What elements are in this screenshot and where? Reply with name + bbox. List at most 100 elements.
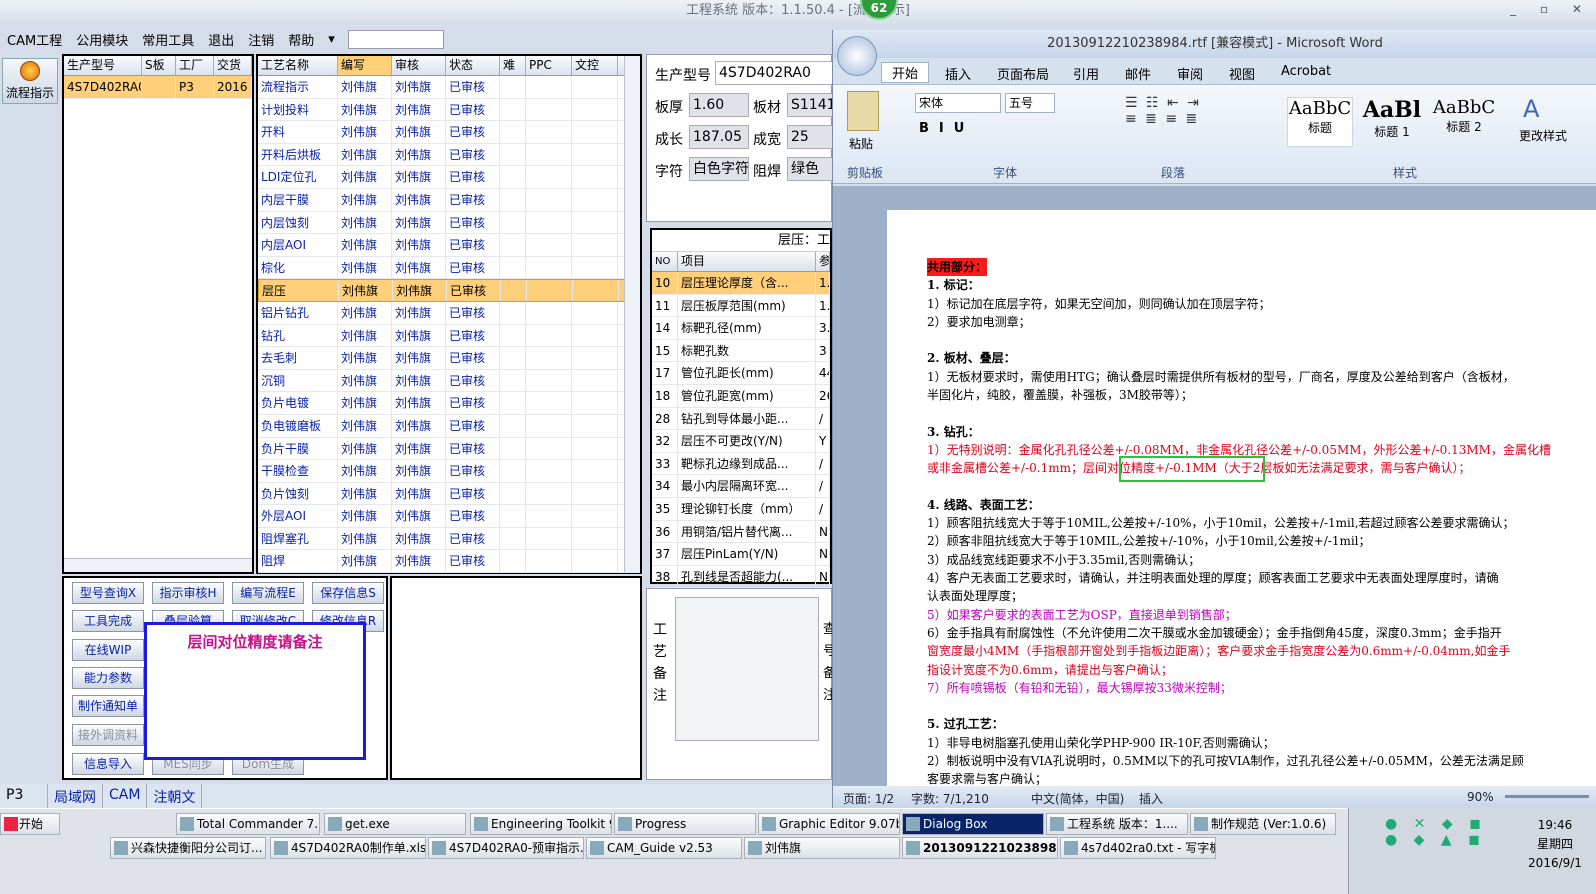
- zoom-slider[interactable]: [1505, 795, 1589, 798]
- col-factory[interactable]: 工厂: [176, 56, 214, 75]
- task-item[interactable]: 工程系统 版本：1....: [1046, 813, 1188, 835]
- window-controls[interactable]: _ ▫ ✕: [1510, 2, 1592, 16]
- table-row[interactable]: 计划投料 刘伟旗 刘伟旗 已审核: [258, 98, 640, 122]
- tab-acrobat[interactable]: Acrobat: [1281, 64, 1331, 79]
- table-row[interactable]: 38 孔到线是否超能力(... N: [652, 565, 830, 589]
- tab-home[interactable]: 开始: [881, 62, 930, 83]
- table-row[interactable]: 沉铜 刘伟旗 刘伟旗 已审核: [258, 369, 640, 393]
- table-row[interactable]: 负片电镀 刘伟旗 刘伟旗 已审核: [258, 392, 640, 415]
- menu-tools[interactable]: 常用工具: [142, 30, 194, 49]
- table-row[interactable]: 4S7D402RA0 P3 2016: [64, 76, 252, 99]
- clock[interactable]: 19:46 星期四 2016/9/1: [1525, 816, 1585, 873]
- paragraph-buttons[interactable]: ☰ ☷ ⇤ ⇥ ≡ ≣ ≡ ≣: [1125, 95, 1265, 155]
- tab-view[interactable]: 视图: [1229, 64, 1255, 83]
- table-row[interactable]: 流程指示 刘伟旗 刘伟旗 已审核: [258, 76, 640, 99]
- model-query-button[interactable]: 型号查询X: [72, 582, 144, 604]
- chevron-down-icon[interactable]: ▾: [328, 32, 335, 47]
- tab-layout[interactable]: 页面布局: [997, 64, 1049, 83]
- table-row[interactable]: 内层蚀刻 刘伟旗 刘伟旗 已审核: [258, 211, 640, 235]
- menu-common[interactable]: 公用模块: [76, 30, 128, 49]
- task-item[interactable]: get.exe: [324, 813, 466, 835]
- col-s[interactable]: S板: [142, 56, 176, 75]
- table-row[interactable]: 11 层压板厚范围(mm) 1.: [652, 294, 830, 318]
- table-row[interactable]: 37 层压PinLam(Y/N) N: [652, 543, 830, 566]
- style-heading1[interactable]: AaBl 标题 1: [1357, 97, 1427, 147]
- tab-review[interactable]: 审阅: [1177, 64, 1203, 83]
- table-row[interactable]: 负片蚀刻 刘伟旗 刘伟旗 已审核: [258, 482, 640, 506]
- task-item[interactable]: Total Commander 7.0 ...: [176, 813, 320, 835]
- task-item[interactable]: 20130912210238984....: [902, 837, 1058, 859]
- table-row[interactable]: 干膜检查 刘伟旗 刘伟旗 已审核: [258, 460, 640, 483]
- menu-cam[interactable]: CAM工程: [7, 30, 62, 49]
- tab-mailings[interactable]: 邮件: [1125, 64, 1151, 83]
- online-wip-button[interactable]: 在线WIP: [72, 639, 144, 661]
- thick-field[interactable]: 1.60: [689, 93, 749, 117]
- wid-field[interactable]: 25: [787, 125, 833, 149]
- mat-field[interactable]: S1141: [787, 93, 833, 117]
- mask-field[interactable]: 绿色: [787, 157, 833, 181]
- table-row[interactable]: 负电镀磨板 刘伟旗 刘伟旗 已审核: [258, 414, 640, 438]
- notice-button[interactable]: 制作通知单: [72, 695, 144, 717]
- font-name-field[interactable]: 宋体: [915, 93, 1001, 113]
- col-item[interactable]: 项目: [678, 252, 816, 271]
- tray-icons[interactable]: ● ✕ ◆ ◼ ● ◆ ▲ ◼: [1385, 816, 1505, 876]
- word-count[interactable]: 字数: 7/1,210: [911, 790, 989, 807]
- table-row[interactable]: 10 层压理论厚度（含... 1.: [652, 272, 830, 295]
- table-row[interactable]: 33 靶标孔边缘到成品... /: [652, 452, 830, 476]
- table-row[interactable]: 阻焊 刘伟旗 刘伟旗 已审核: [258, 550, 640, 574]
- table-row[interactable]: 层压 刘伟旗 刘伟旗 已审核: [258, 279, 640, 302]
- review-button[interactable]: 指示审核H: [152, 582, 224, 604]
- task-item[interactable]: Engineering Toolkit 9....: [470, 813, 612, 835]
- table-row[interactable]: 34 最小内层隔离环宽... /: [652, 475, 830, 498]
- task-item-active[interactable]: Dialog Box: [902, 813, 1044, 835]
- col-no[interactable]: NO: [652, 252, 678, 271]
- zoom-level[interactable]: 90%: [1467, 790, 1494, 804]
- font-size-field[interactable]: 五号: [1005, 93, 1055, 113]
- language-status[interactable]: 中文(简体，中国): [1031, 790, 1124, 807]
- task-item[interactable]: 4S7D402RA0-预审指示....: [428, 837, 584, 859]
- task-item[interactable]: CAM_Guide v2.53: [586, 837, 742, 859]
- format-buttons[interactable]: BIU: [919, 121, 974, 136]
- col-difficulty[interactable]: 难: [500, 56, 526, 75]
- table-row[interactable]: 32 层压不可更改(Y/N) Y: [652, 430, 830, 453]
- col-prod[interactable]: 生产型号: [64, 56, 142, 75]
- start-button[interactable]: 开始: [0, 813, 60, 835]
- insert-mode[interactable]: 插入: [1139, 790, 1163, 807]
- table-row[interactable]: 36 用铜箔/铝片替代离... N: [652, 520, 830, 544]
- table-row[interactable]: 阻焊塞孔 刘伟旗 刘伟旗 已审核: [258, 527, 640, 551]
- remark-textarea[interactable]: [675, 597, 819, 741]
- import-info-button[interactable]: 信息导入: [72, 753, 144, 775]
- col-doc[interactable]: 文控: [572, 56, 618, 75]
- char-field[interactable]: 白色字符: [689, 157, 749, 181]
- table-row[interactable]: 14 标靶孔径(mm) 3.: [652, 317, 830, 340]
- horizontal-scrollbar[interactable]: [64, 558, 252, 572]
- table-row[interactable]: 内层干膜 刘伟旗 刘伟旗 已审核: [258, 188, 640, 212]
- tool-done-button[interactable]: 工具完成: [72, 610, 144, 632]
- save-info-button[interactable]: 保存信息S: [312, 582, 384, 604]
- task-item[interactable]: 制作规范 (Ver:1.0.6): [1190, 813, 1336, 835]
- table-row[interactable]: 去毛刺 刘伟旗 刘伟旗 已审核: [258, 347, 640, 370]
- table-row[interactable]: 18管位孔距宽(mm)26: [652, 384, 830, 408]
- factory-selector[interactable]: P3: [0, 784, 48, 808]
- col-ppc[interactable]: PPC: [526, 56, 572, 75]
- table-row[interactable]: 外层AOI 刘伟旗 刘伟旗 已审核: [258, 505, 640, 528]
- page-count[interactable]: 页面: 1/2: [843, 790, 894, 807]
- task-item[interactable]: Progress: [614, 813, 756, 835]
- col-reviewer[interactable]: 审核: [392, 56, 446, 75]
- task-item[interactable]: 4S7D402RA0制作单.xls ...: [270, 837, 426, 859]
- table-row[interactable]: 钻孔 刘伟旗 刘伟旗 已审核: [258, 324, 640, 348]
- paste-icon[interactable]: [847, 91, 879, 131]
- task-item[interactable]: 兴森快捷衡阳分公司订...: [110, 837, 266, 859]
- edit-flow-button[interactable]: 编写流程E: [232, 582, 304, 604]
- menu-exit[interactable]: 退出: [208, 30, 234, 49]
- task-item[interactable]: 4s7d402ra0.txt - 写字板: [1060, 837, 1216, 859]
- capability-button[interactable]: 能力参数: [72, 667, 144, 689]
- col-status[interactable]: 状态: [446, 56, 500, 75]
- table-row[interactable]: 35 理论铆钉长度（mm） /: [652, 497, 830, 521]
- task-item[interactable]: 刘伟旗: [744, 837, 900, 859]
- menu-help[interactable]: 帮助: [288, 30, 314, 49]
- table-row[interactable]: 15 标靶孔数 3: [652, 339, 830, 363]
- document-page[interactable]: 共用部分： 1. 标记： 1）标记加在底层字符，如果无空间加，则同确认加在顶层字符…: [887, 210, 1596, 786]
- menu-logout[interactable]: 注销: [248, 30, 274, 49]
- table-row[interactable]: 开料 刘伟旗 刘伟旗 已审核: [258, 121, 640, 144]
